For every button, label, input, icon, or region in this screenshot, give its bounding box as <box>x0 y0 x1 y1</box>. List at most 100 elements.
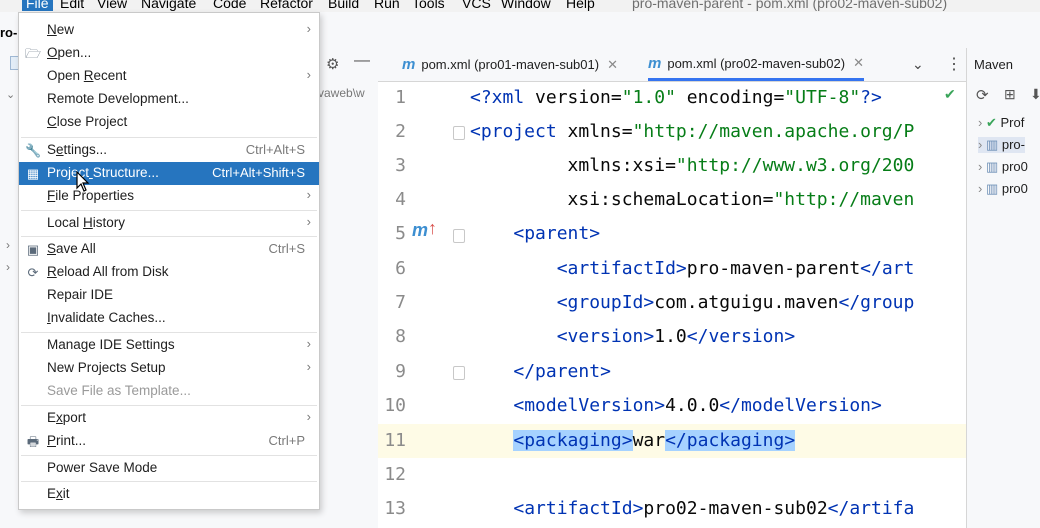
maven-item-label: pro0 <box>1001 159 1028 174</box>
line-number: 4 <box>395 189 406 210</box>
menu-window[interactable]: Window <box>501 0 551 11</box>
menu-item-label: Manage IDE Settings <box>47 337 175 352</box>
close-icon[interactable]: ✕ <box>853 55 864 71</box>
menu-item-repair-ide[interactable]: Repair IDE <box>19 284 319 307</box>
add-maven-project-icon[interactable]: ⊞ <box>1004 86 1016 103</box>
gear-icon[interactable]: ⚙ <box>326 55 339 73</box>
menu-item-shortcut: Ctrl+P <box>268 433 305 448</box>
menu-view[interactable]: View <box>97 0 127 11</box>
menu-item-print[interactable]: 🖶 Print... Ctrl+P <box>19 430 319 453</box>
menu-item-remote-development[interactable]: Remote Development... <box>19 88 319 111</box>
menu-refactor[interactable]: Refactor <box>260 0 313 11</box>
chevron-down-icon[interactable]: ⌄ <box>6 88 15 101</box>
menu-item-new-projects-setup[interactable]: New Projects Setup › <box>19 357 319 380</box>
menu-build[interactable]: Build <box>328 0 359 11</box>
code-line: <version>1.0</version> <box>556 326 796 347</box>
maven-item-project[interactable]: › ▥ pro- <box>978 137 1025 153</box>
print-icon: 🖶 <box>26 434 40 449</box>
chevron-right-icon: › <box>306 409 311 424</box>
menu-item-shortcut: Ctrl+Alt+Shift+S <box>212 165 305 180</box>
code-line: <project xmlns="http://maven.apache.org/… <box>470 121 915 142</box>
maven-item-profiles[interactable]: › ✔ Prof <box>978 115 1024 131</box>
tab-pom-sub02[interactable]: m pom.xml (pro02-maven-sub02) ✕ <box>648 48 864 81</box>
code-line: xmlns:xsi="http://www.w3.org/200 <box>470 155 915 176</box>
minimize-icon[interactable]: — <box>354 52 370 70</box>
editor-tab-bar: m pom.xml (pro01-maven-sub01) ✕ m pom.xm… <box>378 48 966 82</box>
menu-item-label: Project Structure... <box>47 165 159 180</box>
menu-item-export[interactable]: Export › <box>19 407 319 430</box>
menu-navigate[interactable]: Navigate <box>141 0 196 11</box>
line-number: 5 <box>395 223 406 244</box>
download-icon[interactable]: ⬇ <box>1030 86 1040 103</box>
save-icon: ▣ <box>26 242 40 257</box>
menu-file[interactable]: File <box>22 0 53 11</box>
code-line: xsi:schemaLocation="http://maven <box>470 189 915 210</box>
menu-run[interactable]: Run <box>374 0 400 11</box>
line-number: 1 <box>395 87 406 108</box>
menu-item-invalidate-caches[interactable]: Invalidate Caches... <box>19 307 319 330</box>
code-line: <?xml version="1.0" encoding="UTF-8"?> <box>470 87 882 108</box>
chevron-right-icon: › <box>306 21 311 36</box>
line-number: 6 <box>395 258 406 279</box>
menu-item-label: Remote Development... <box>47 91 189 106</box>
menu-item-open[interactable]: 🗁 Open... <box>19 42 319 65</box>
maven-item-project[interactable]: › ▥ pro0 <box>978 159 1028 175</box>
line-number: 8 <box>395 326 406 347</box>
menu-item-close-project[interactable]: Close Project <box>19 111 319 134</box>
menu-item-file-properties[interactable]: File Properties › <box>19 185 319 208</box>
chevron-right-icon[interactable]: › <box>6 238 10 252</box>
line-number: 12 <box>384 464 406 485</box>
window-title: pro-maven-parent - pom.xml (pro02-maven-… <box>632 0 948 11</box>
menu-item-new[interactable]: New › <box>19 19 319 42</box>
menu-item-label: Export <box>47 410 87 425</box>
maven-item-project[interactable]: › ▥ pro0 <box>978 181 1028 197</box>
menu-separator <box>21 455 317 456</box>
menu-separator <box>21 236 317 237</box>
menu-vcs[interactable]: VCS <box>462 0 491 11</box>
maven-file-icon: m <box>402 56 416 73</box>
menu-item-settings[interactable]: 🔧 Settings... Ctrl+Alt+S <box>19 139 319 162</box>
maven-parent-icon[interactable]: m <box>412 220 428 241</box>
reload-icon: ⟳ <box>27 265 39 280</box>
maven-item-label: Prof <box>1000 115 1025 130</box>
chevron-right-icon[interactable]: › <box>6 260 10 274</box>
menu-tools[interactable]: Tools <box>412 0 445 11</box>
menu-item-save-as-template: Save File as Template... <box>19 380 319 403</box>
menu-help[interactable]: Help <box>566 0 595 11</box>
menu-item-local-history[interactable]: Local History › <box>19 212 319 235</box>
menu-item-label: Invalidate Caches... <box>47 310 166 325</box>
project-structure-icon: ▦ <box>26 166 40 181</box>
menu-item-manage-ide-settings[interactable]: Manage IDE Settings › <box>19 334 319 357</box>
menu-code[interactable]: Code <box>213 0 246 11</box>
reload-icon[interactable]: ⟳ <box>976 86 989 104</box>
fold-icon[interactable] <box>453 366 465 380</box>
tab-pom-sub01[interactable]: m pom.xml (pro01-maven-sub01) ✕ <box>402 48 618 81</box>
menu-item-label: Reload All from Disk <box>47 264 169 279</box>
fold-icon[interactable] <box>453 229 465 243</box>
mouse-cursor-icon <box>76 171 90 192</box>
more-options-icon[interactable]: ⋮ <box>946 54 962 74</box>
menu-bar: File Edit View Navigate Code Refactor Bu… <box>0 0 1040 12</box>
file-menu-dropdown: New › 🗁 Open... Open Recent › Remote Develo… <box>18 12 320 510</box>
code-line: <artifactId>pro02-maven-sub02</artifa <box>513 498 915 519</box>
menu-edit[interactable]: Edit <box>60 0 84 11</box>
fold-icon[interactable] <box>453 126 465 140</box>
menu-item-label: File Properties <box>47 188 135 203</box>
menu-item-save-all[interactable]: ▣ Save All Ctrl+S <box>19 238 319 261</box>
chevron-down-icon[interactable]: ⌄ <box>912 56 924 73</box>
menu-separator <box>21 481 317 482</box>
menu-item-label: Open Recent <box>47 68 127 83</box>
close-icon[interactable]: ✕ <box>607 57 618 73</box>
menu-item-exit[interactable]: Exit <box>19 483 319 506</box>
menu-item-power-save-mode[interactable]: Power Save Mode <box>19 457 319 480</box>
menu-item-reload-all[interactable]: ⟳ Reload All from Disk <box>19 261 319 284</box>
folder-open-icon: 🗁 <box>25 46 42 61</box>
menu-item-project-structure[interactable]: ▦ Project Structure... Ctrl+Alt+Shift+S <box>19 162 319 185</box>
code-line: <artifactId>pro-maven-parent</art <box>556 258 915 279</box>
project-toolbar: ⚙ — <box>318 48 378 78</box>
maven-file-icon: m <box>648 54 662 72</box>
code-line: <groupId>com.atguigu.maven</group <box>556 292 915 313</box>
maven-item-label: pro0 <box>1001 181 1028 196</box>
menu-item-open-recent[interactable]: Open Recent › <box>19 65 319 88</box>
menu-item-label: Settings... <box>47 142 108 157</box>
